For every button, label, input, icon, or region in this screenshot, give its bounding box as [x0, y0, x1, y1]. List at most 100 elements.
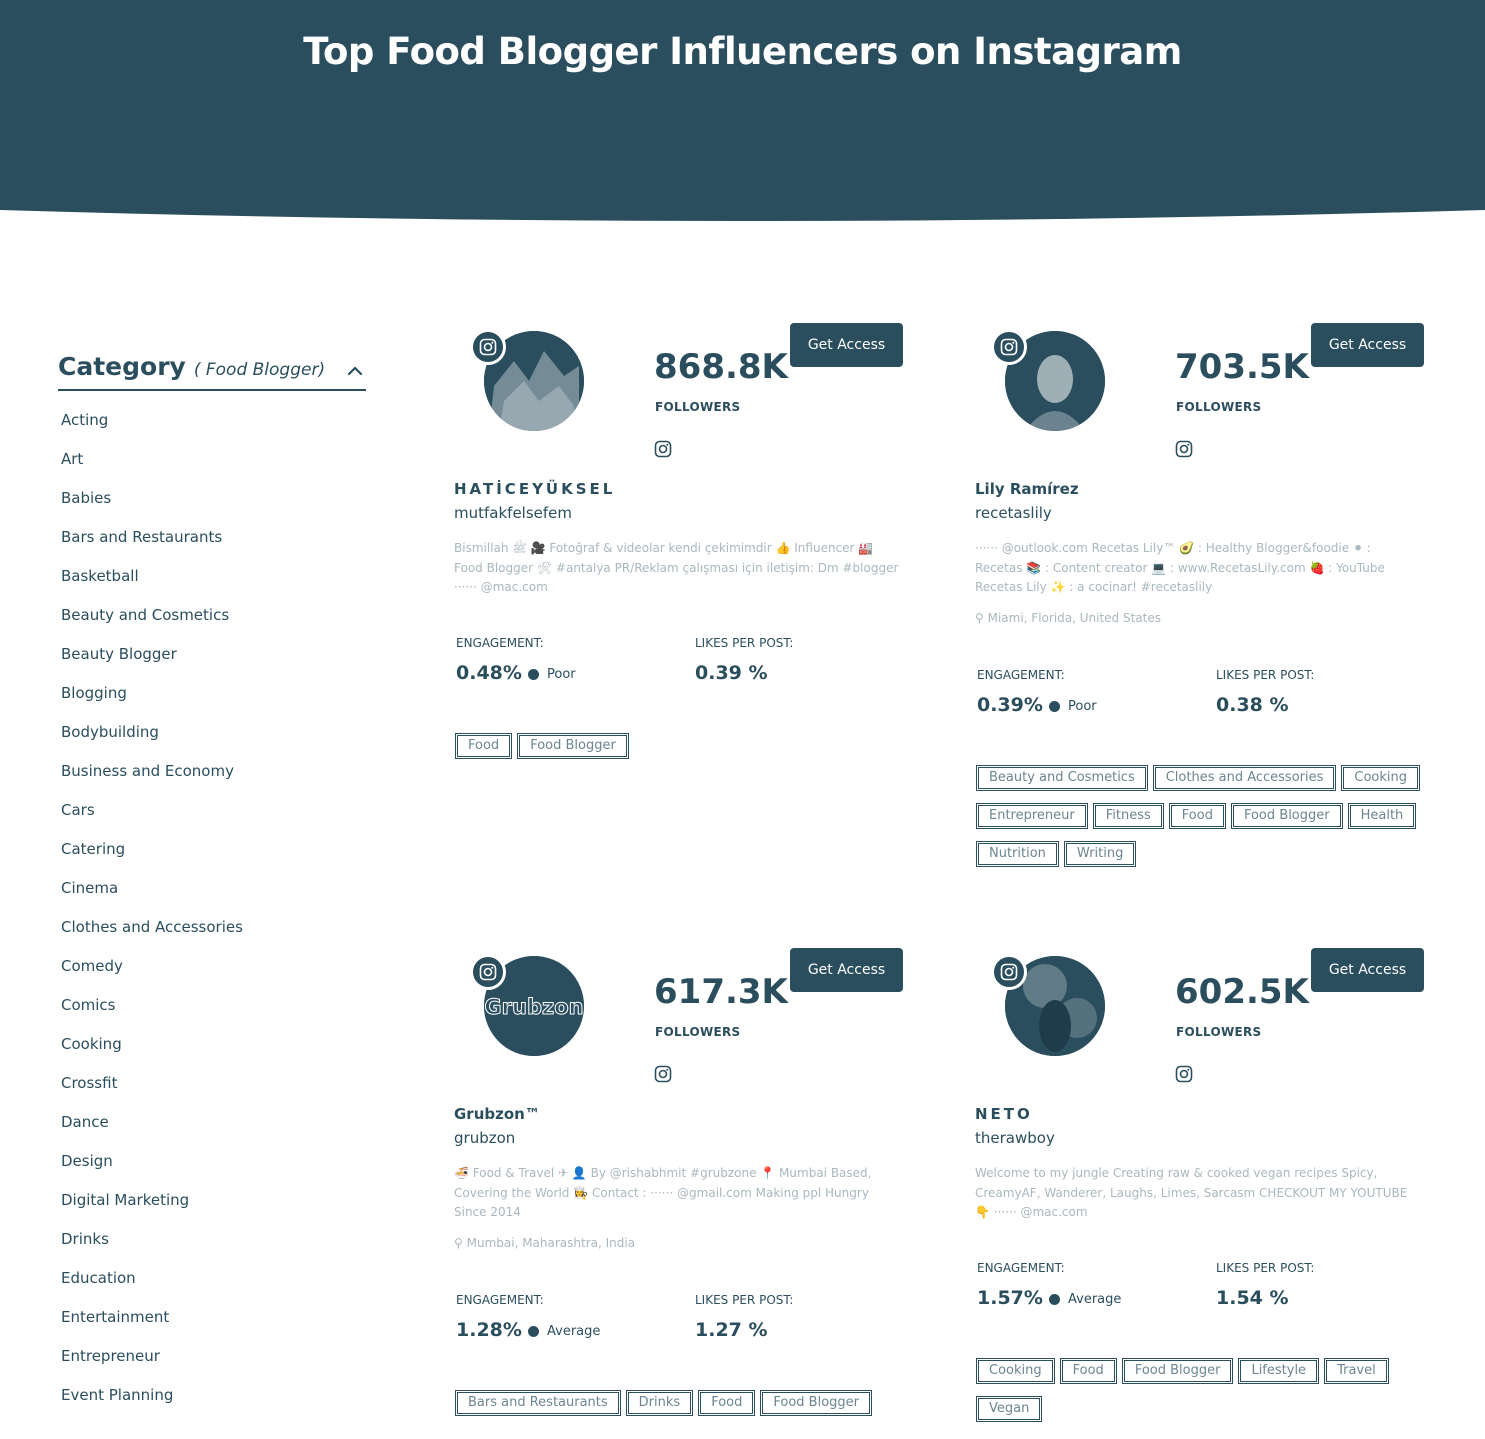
rating-dot-icon — [1049, 1294, 1060, 1305]
rating-label: Poor — [547, 667, 576, 682]
avatar[interactable] — [991, 954, 1105, 1056]
category-item[interactable]: Cinema — [61, 877, 368, 916]
followers-count: 602.5K — [1175, 972, 1309, 1012]
tag-list: Cooking Food Food Blogger Lifestyle Trav… — [975, 1357, 1435, 1433]
tag[interactable]: Food — [454, 733, 513, 759]
category-item[interactable]: Drinks — [61, 1228, 368, 1267]
engagement-rating: Average — [1049, 1292, 1121, 1307]
category-subtitle: ( Food Blogger) — [193, 360, 326, 380]
category-sidebar: Category ( Food Blogger) Acting Art Babi… — [58, 352, 368, 1423]
tag[interactable]: Writing — [1063, 841, 1137, 867]
tag[interactable]: Drinks — [625, 1390, 694, 1416]
category-item[interactable]: Dance — [61, 1111, 368, 1150]
get-access-button[interactable]: Get Access — [790, 323, 903, 367]
tag[interactable]: Health — [1347, 803, 1417, 829]
influencer-handle[interactable]: therawboy — [975, 1129, 1055, 1147]
influencer-card: 602.5K FOLLOWERS Get Access NETO therawb… — [975, 948, 1435, 1439]
influencer-name: Lily Ramírez — [975, 480, 1079, 498]
followers-count: 868.8K — [654, 347, 788, 387]
instagram-link-icon[interactable] — [1175, 1065, 1193, 1083]
category-item[interactable]: Beauty Blogger — [61, 643, 368, 682]
category-item[interactable]: Comics — [61, 994, 368, 1033]
rating-dot-icon — [1049, 701, 1060, 712]
tag[interactable]: Food — [1168, 803, 1226, 829]
get-access-button[interactable]: Get Access — [1311, 323, 1424, 367]
category-item[interactable]: Acting — [61, 409, 368, 448]
category-item[interactable]: Digital Marketing — [61, 1189, 368, 1228]
category-item[interactable]: Comedy — [61, 955, 368, 994]
instagram-link-icon[interactable] — [654, 440, 672, 458]
instagram-icon — [991, 329, 1027, 365]
likes-per-post-value: 0.39 % — [695, 662, 768, 684]
tag[interactable]: Nutrition — [976, 841, 1059, 867]
category-item[interactable]: Bodybuilding — [61, 721, 368, 760]
influencer-bio: 🍜 Food & Travel ✈ 👤 By @rishabhmit #grub… — [454, 1166, 872, 1219]
tag[interactable]: Food — [1059, 1358, 1117, 1384]
avatar[interactable] — [470, 329, 584, 431]
category-item[interactable]: Entrepreneur — [61, 1345, 368, 1384]
rating-dot-icon — [528, 669, 539, 680]
category-title: Category — [58, 352, 186, 381]
category-item[interactable]: Art — [61, 448, 368, 487]
page-title: Top Food Blogger Influencers on Instagra… — [303, 30, 1182, 73]
influencer-handle[interactable]: mutfakfelsefem — [454, 504, 572, 522]
followers-label: FOLLOWERS — [1176, 1025, 1262, 1039]
tag[interactable]: Food Blogger — [1230, 803, 1343, 829]
instagram-link-icon[interactable] — [1175, 440, 1193, 458]
category-item[interactable]: Basketball — [61, 565, 368, 604]
influencer-card: Grubzon 617.3K FOLLOWERS Get Access Grub… — [454, 948, 914, 1439]
avatar[interactable]: Grubzon — [470, 954, 584, 1056]
get-access-button[interactable]: Get Access — [1311, 948, 1424, 992]
tag[interactable]: Entrepreneur — [976, 803, 1088, 829]
engagement-label: ENGAGEMENT: — [977, 668, 1065, 682]
followers-label: FOLLOWERS — [1176, 400, 1262, 414]
category-header[interactable]: Category ( Food Blogger) — [58, 352, 366, 391]
engagement-label: ENGAGEMENT: — [456, 636, 544, 650]
tag[interactable]: Fitness — [1092, 803, 1164, 829]
tag[interactable]: Food Blogger — [760, 1390, 873, 1416]
tag[interactable]: Food Blogger — [517, 733, 629, 759]
category-item[interactable]: Business and Economy — [61, 760, 368, 799]
category-item[interactable]: Education — [61, 1267, 368, 1306]
category-item[interactable]: Crossfit — [61, 1072, 368, 1111]
engagement-value: 0.39% — [977, 694, 1043, 716]
influencer-name: HATİCEYÜKSEL — [454, 480, 616, 498]
category-item[interactable]: Catering — [61, 838, 368, 877]
followers-count: 703.5K — [1175, 347, 1309, 387]
chevron-up-icon[interactable] — [344, 360, 366, 382]
influencer-handle[interactable]: grubzon — [454, 1129, 515, 1147]
category-item[interactable]: Cars — [61, 799, 368, 838]
avatar[interactable] — [991, 329, 1105, 431]
category-item[interactable]: Entertainment — [61, 1306, 368, 1345]
category-item[interactable]: Beauty and Cosmetics — [61, 604, 368, 643]
category-item[interactable]: Cooking — [61, 1033, 368, 1072]
category-item[interactable]: Babies — [61, 487, 368, 526]
tag[interactable]: Bars and Restaurants — [455, 1390, 621, 1416]
instagram-link-icon[interactable] — [654, 1065, 672, 1083]
tag[interactable]: Cooking — [1341, 765, 1421, 791]
influencer-handle[interactable]: recetaslily — [975, 504, 1052, 522]
tag[interactable]: Vegan — [975, 1396, 1043, 1422]
tag[interactable]: Beauty and Cosmetics — [976, 765, 1148, 791]
get-access-button[interactable]: Get Access — [790, 948, 903, 992]
tag[interactable]: Lifestyle — [1238, 1358, 1320, 1384]
tag[interactable]: Food Blogger — [1121, 1358, 1234, 1384]
tag[interactable]: Travel — [1324, 1358, 1389, 1384]
category-item[interactable]: Event Planning — [61, 1384, 368, 1423]
rating-dot-icon — [528, 1326, 539, 1337]
followers-label: FOLLOWERS — [655, 400, 741, 414]
category-item[interactable]: Bars and Restaurants — [61, 526, 368, 565]
engagement-value: 1.28% — [456, 1319, 522, 1341]
followers-count: 617.3K — [654, 972, 788, 1012]
category-item[interactable]: Design — [61, 1150, 368, 1189]
influencer-name: Grubzon™ — [454, 1105, 540, 1123]
engagement-rating: Poor — [1049, 699, 1097, 714]
likes-per-post-label: LIKES PER POST: — [1216, 1261, 1315, 1275]
category-item[interactable]: Clothes and Accessories — [61, 916, 368, 955]
influencer-bio: Bismillah ﷺ 🎥 Fotoğraf & videolar kendi … — [454, 541, 899, 594]
tag[interactable]: Food — [698, 1390, 756, 1416]
likes-per-post-label: LIKES PER POST: — [695, 1293, 794, 1307]
tag[interactable]: Cooking — [976, 1358, 1055, 1384]
tag[interactable]: Clothes and Accessories — [1152, 765, 1337, 791]
category-item[interactable]: Blogging — [61, 682, 368, 721]
